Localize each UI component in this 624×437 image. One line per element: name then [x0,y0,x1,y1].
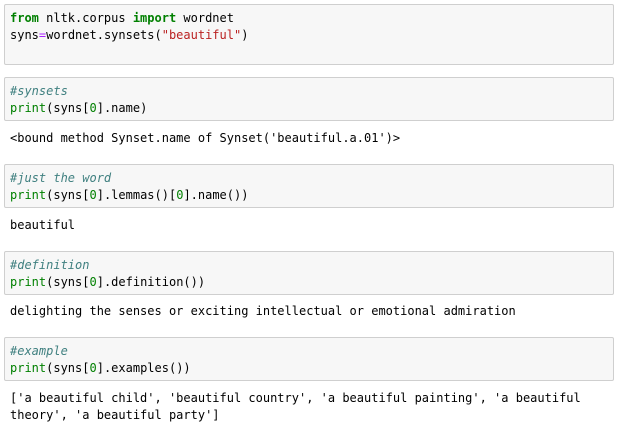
code-line: print(syns[0].lemmas()[0].name()) [10,187,613,204]
code-text: ].lemmas()[ [96,188,177,202]
builtin-print: print [10,188,47,202]
code-text: ].name()) [183,188,249,202]
code-text: ].definition()) [96,275,206,289]
code-text: (syns[ [46,188,90,202]
cell-output-4: delighting the senses or exciting intell… [10,304,516,318]
code-text: ].name) [96,101,148,115]
code-comment: #just the word [10,171,112,185]
variable-name: syns [10,28,39,42]
code-cell-5[interactable]: #example print(syns[0].examples()) [4,337,614,381]
builtin-print: print [10,361,47,375]
output-line: theory', 'a beautiful party'] [10,408,220,422]
code-line: print(syns[0].definition()) [10,274,613,291]
call-expression: wordnet.synsets( [46,28,162,42]
close-paren: ) [241,28,249,42]
number-literal: 0 [89,275,97,289]
cell-output-3: beautiful [10,218,76,232]
import-name: wordnet [176,11,234,25]
code-cell-1[interactable]: from nltk.corpus import wordnet syns=word… [4,4,614,65]
code-input-3[interactable]: #just the word print(syns[0].lemmas()[0].… [5,165,613,204]
code-cell-2[interactable]: #synsets print(syns[0].name) [4,77,614,121]
keyword-from: from [10,11,39,25]
output-line: ['a beautiful child', 'beautiful country… [10,391,581,405]
code-text: (syns[ [46,275,90,289]
code-text: ].examples()) [96,361,191,375]
code-line: from nltk.corpus import wordnet [10,10,613,27]
builtin-print: print [10,275,47,289]
number-literal: 0 [89,101,97,115]
cell-output-5: ['a beautiful child', 'beautiful country… [10,390,581,424]
code-comment: #example [10,344,68,358]
code-text: (syns[ [46,361,90,375]
code-input-4[interactable]: #definition print(syns[0].definition()) [5,252,613,291]
code-line: print(syns[0].name) [10,100,613,117]
code-comment: #definition [10,258,90,272]
string-literal: "beautiful" [161,28,242,42]
code-cell-4[interactable]: #definition print(syns[0].definition()) [4,251,614,295]
keyword-import: import [132,11,177,25]
code-input-2[interactable]: #synsets print(syns[0].name) [5,78,613,117]
code-input-5[interactable]: #example print(syns[0].examples()) [5,338,613,377]
number-literal: 0 [89,361,97,375]
code-comment: #synsets [10,84,68,98]
number-literal: 0 [89,188,97,202]
cell-output-2: <bound method Synset.name of Synset('bea… [10,131,401,145]
code-line: print(syns[0].examples()) [10,360,613,377]
code-text: (syns[ [46,101,90,115]
code-line: syns=wordnet.synsets("beautiful") [10,27,613,44]
module-name: nltk.corpus [38,11,133,25]
builtin-print: print [10,101,47,115]
code-input-1[interactable]: from nltk.corpus import wordnet syns=word… [5,5,613,44]
code-cell-3[interactable]: #just the word print(syns[0].lemmas()[0].… [4,164,614,208]
